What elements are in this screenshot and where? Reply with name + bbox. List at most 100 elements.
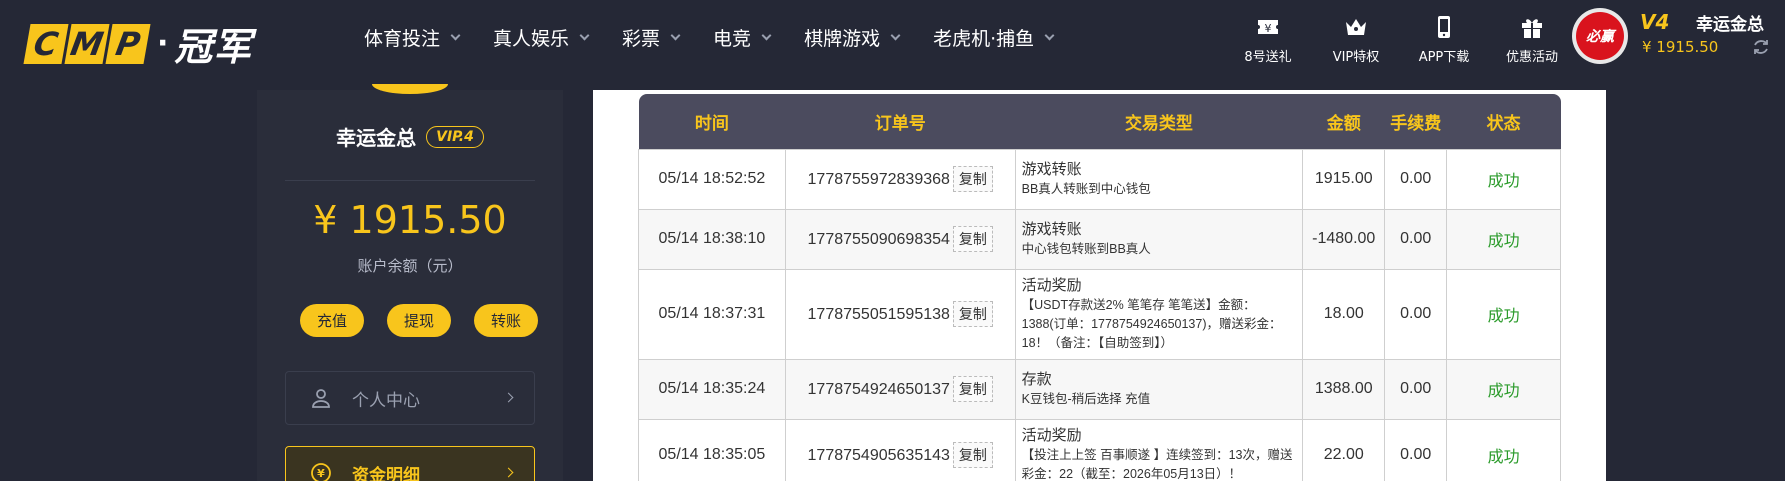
gift-icon xyxy=(1522,19,1542,38)
main-nav: 体育投注 真人娱乐 彩票 电竞 棋牌游戏 老虎机·捕鱼 xyxy=(364,22,1087,52)
profile-avatar-edge xyxy=(372,84,448,94)
logo-dot: · xyxy=(157,26,169,61)
type-desc: BB真人转账到中心钱包 xyxy=(1021,181,1151,196)
table-row: 05/14 18:38:10 1778755090698354 复制 游戏转账 中心… xyxy=(638,208,1561,270)
chevron-down-icon xyxy=(579,30,590,40)
quick-link-vip[interactable]: VIP特权 xyxy=(1312,12,1400,65)
type-title: 活动奖励 xyxy=(1021,426,1082,444)
table-header-row: 时间 订单号 交易类型 金额 手续费 状态 xyxy=(638,94,1561,149)
logo-letter: C xyxy=(23,23,69,64)
chevron-right-icon xyxy=(503,467,514,478)
sidebar-item-personal-center[interactable]: 个人中心 xyxy=(285,371,535,425)
copy-button[interactable]: 复制 xyxy=(952,226,993,252)
cell-type: 活动奖励 【USDT存款送2% 笔笔存 笔笔送】金额：1388(订单：177875… xyxy=(1014,268,1304,360)
quick-link-app-download[interactable]: APP下载 xyxy=(1400,12,1488,65)
column-header: 手续费 xyxy=(1390,113,1442,133)
order-number: 1778755090698354 xyxy=(807,231,950,248)
cell-status: 成功 xyxy=(1446,268,1561,360)
sidebar-balance-label: 账户余额（元） xyxy=(357,257,463,275)
sidebar-item-label: 资金明细 xyxy=(352,465,420,481)
quick-link-label: APP下载 xyxy=(1418,50,1470,65)
nav-item-lottery[interactable]: 彩票 xyxy=(622,22,681,52)
nav-item-live-casino[interactable]: 真人娱乐 xyxy=(493,22,590,52)
cell-fee: 0.00 xyxy=(1384,418,1448,481)
svg-text:¥: ¥ xyxy=(1265,22,1272,35)
sidebar-balance: ¥ 1915.50 xyxy=(313,198,507,242)
quick-link-gift-8[interactable]: ¥ 8号送礼 xyxy=(1224,12,1312,65)
refresh-icon[interactable] xyxy=(1752,38,1770,56)
cell-order: 1778754905635143 复制 xyxy=(784,418,1016,481)
ticket-icon: ¥ xyxy=(1258,20,1278,35)
copy-button[interactable]: 复制 xyxy=(952,301,993,327)
nav-item-sports[interactable]: 体育投注 xyxy=(364,22,461,52)
logo-letter: P xyxy=(105,23,151,64)
nav-item-esports[interactable]: 电竞 xyxy=(713,22,772,52)
nav-item-label: 棋牌游戏 xyxy=(804,27,881,50)
nav-item-label: 老虎机·捕鱼 xyxy=(933,27,1035,50)
copy-button[interactable]: 复制 xyxy=(952,166,993,192)
svg-text:¥: ¥ xyxy=(317,467,325,480)
cell-order: 1778754924650137 复制 xyxy=(784,358,1016,420)
order-number: 1778754924650137 xyxy=(807,381,950,398)
cell-type: 游戏转账中心钱包转账到BB真人 xyxy=(1014,208,1304,270)
column-header: 订单号 xyxy=(874,113,926,133)
nav-item-label: 真人娱乐 xyxy=(493,27,570,50)
order-number: 1778754905635143 xyxy=(807,446,950,464)
cell-time: 05/14 18:35:24 xyxy=(638,358,786,420)
crown-icon xyxy=(1346,19,1366,35)
quick-links: ¥ 8号送礼 VIP特权 APP下载 优惠活动 xyxy=(1224,12,1576,65)
table-row: 05/14 18:35:24 1778754924650137 复制 存款 K豆钱包… xyxy=(638,358,1561,420)
withdraw-button[interactable]: 提现 xyxy=(387,304,451,337)
type-title: 活动奖励 xyxy=(1021,276,1082,294)
site-logo[interactable]: C M P · 冠军 xyxy=(23,16,252,71)
logo-letters: C M P xyxy=(23,23,151,64)
avatar[interactable]: 必赢 xyxy=(1572,8,1628,64)
nav-item-label: 彩票 xyxy=(622,27,661,50)
chevron-down-icon xyxy=(670,30,681,40)
chevron-down-icon xyxy=(450,30,461,40)
copy-button[interactable]: 复制 xyxy=(952,441,993,468)
cell-amount: 1915.00 xyxy=(1302,148,1386,210)
sidebar-user-row: 幸运金总 VIP.4 xyxy=(257,122,563,151)
column-header: 交易类型 xyxy=(1124,113,1193,133)
table-row: 05/14 18:35:05 1778754905635143 复制 活动奖励 【投… xyxy=(638,418,1561,481)
phone-icon xyxy=(1438,16,1450,38)
transfer-button[interactable]: 转账 xyxy=(474,304,538,337)
quick-link-promotions[interactable]: 优惠活动 xyxy=(1488,12,1576,65)
fund-details-panel: 时间 订单号 交易类型 金额 手续费 状态 05/14 18:52:52 177… xyxy=(593,90,1606,481)
chevron-down-icon xyxy=(761,30,772,40)
cell-order: 1778755972839368 复制 xyxy=(784,148,1016,210)
cell-amount: 1388.00 xyxy=(1302,358,1386,420)
table-row: 05/14 18:52:52 1778755972839368 复制 游戏转账 BB… xyxy=(638,148,1561,210)
sidebar-action-buttons: 充值 提现 转账 xyxy=(300,304,538,337)
user-icon xyxy=(312,389,330,408)
deposit-button[interactable]: 充值 xyxy=(300,304,364,337)
type-title: 游戏转账 xyxy=(1021,220,1082,238)
nav-item-card-games[interactable]: 棋牌游戏 xyxy=(804,22,901,52)
nav-item-label: 体育投注 xyxy=(364,27,441,50)
cell-status: 成功 xyxy=(1446,418,1561,481)
cell-fee: 0.00 xyxy=(1384,358,1448,420)
cell-order: 1778755090698354 复制 xyxy=(784,208,1016,270)
coin-icon: ¥ xyxy=(311,463,331,481)
table-row: 05/14 18:37:31 1778755051595138 复制 活动奖励 【U… xyxy=(638,268,1561,360)
column-header: 状态 xyxy=(1486,113,1521,133)
cell-fee: 0.00 xyxy=(1384,148,1448,210)
cell-time: 05/14 18:52:52 xyxy=(638,148,786,210)
sidebar-vip-badge: VIP.4 xyxy=(426,125,484,148)
quick-link-label: 8号送礼 xyxy=(1244,50,1292,65)
account-sidebar: 幸运金总 VIP.4 ¥ 1915.50 账户余额（元） 充值 提现 转账 个人… xyxy=(257,84,563,481)
cell-time: 05/14 18:37:31 xyxy=(638,268,786,360)
type-desc: K豆钱包-稍后选择 充值 xyxy=(1021,391,1151,406)
top-header: C M P · 冠军 体育投注 真人娱乐 彩票 电竞 棋牌游戏 老虎机·捕鱼 ¥… xyxy=(0,0,1785,90)
quick-link-label: 优惠活动 xyxy=(1505,50,1558,65)
vip-level-badge: V4 xyxy=(1640,10,1670,34)
type-desc: 中心钱包转账到BB真人 xyxy=(1021,241,1151,256)
copy-button[interactable]: 复制 xyxy=(952,376,993,402)
cell-type: 存款 K豆钱包-稍后选择 充值 xyxy=(1014,358,1304,420)
cell-amount: 18.00 xyxy=(1302,268,1386,360)
type-desc: 【投注上上签 百事顺遂 】连续签到：13次，赠送彩金：22（截至：2026年05… xyxy=(1021,447,1293,481)
cell-type: 活动奖励【投注上上签 百事顺遂 】连续签到：13次，赠送彩金：22（截至：202… xyxy=(1014,418,1304,481)
nav-item-slots-fishing[interactable]: 老虎机·捕鱼 xyxy=(933,22,1055,52)
sidebar-item-fund-details[interactable]: ¥ 资金明细 xyxy=(285,446,535,481)
